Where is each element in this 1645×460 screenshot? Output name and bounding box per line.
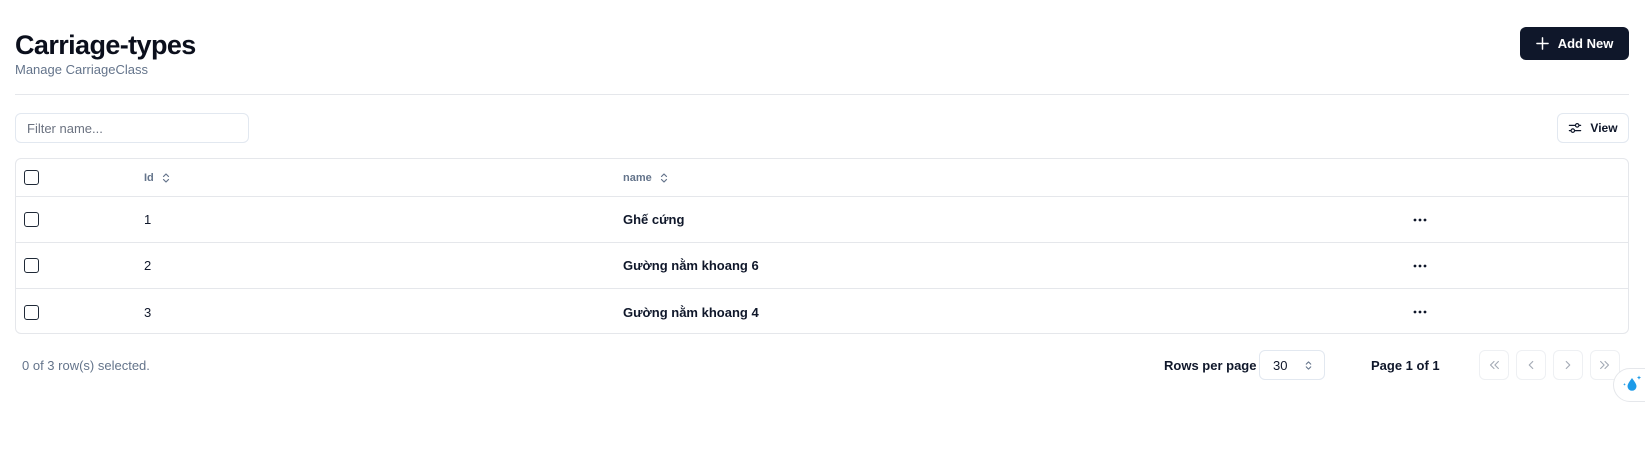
- row-select-cell: [24, 243, 39, 288]
- table-header-row: Id name: [16, 159, 1628, 197]
- table-row: 3 Gường nằm khoang 4: [16, 289, 1628, 333]
- rows-per-page-select[interactable]: 30: [1259, 350, 1325, 380]
- chevrons-up-down-icon: [162, 172, 169, 183]
- chevrons-up-down-icon: [660, 172, 667, 183]
- column-header-name[interactable]: name: [623, 159, 669, 196]
- rows-per-page-value: 30: [1273, 357, 1288, 373]
- row-checkbox[interactable]: [24, 212, 39, 227]
- row-actions-button[interactable]: [1409, 212, 1431, 228]
- filter-name-input[interactable]: [15, 113, 249, 143]
- plus-icon: [1535, 37, 1549, 50]
- header-divider: [15, 94, 1629, 95]
- previous-page-button[interactable]: [1516, 350, 1546, 380]
- select-all-checkbox[interactable]: [24, 170, 39, 185]
- first-page-button[interactable]: [1479, 350, 1509, 380]
- page-indicator: Page 1 of 1: [1371, 358, 1440, 373]
- rows-per-page-label: Rows per page: [1164, 358, 1257, 373]
- ellipsis-icon: [1413, 218, 1427, 221]
- row-id: 1: [144, 212, 152, 227]
- chevrons-right-icon: [1600, 360, 1610, 370]
- select-all-cell: [24, 159, 39, 196]
- row-checkbox[interactable]: [24, 258, 39, 273]
- page-header: Carriage-types Manage CarriageClass: [15, 28, 196, 78]
- row-select-cell: [24, 289, 39, 333]
- column-header-id-label: Id: [144, 171, 154, 184]
- column-header-name-label: name: [623, 171, 652, 184]
- view-button-label: View: [1590, 121, 1618, 135]
- row-actions-button[interactable]: [1409, 258, 1431, 274]
- row-checkbox[interactable]: [24, 304, 39, 320]
- page-subtitle: Manage CarriageClass: [15, 62, 148, 77]
- assistant-widget[interactable]: [1613, 368, 1645, 402]
- chevron-left-icon: [1528, 360, 1534, 370]
- name-cell: Ghế cứng: [623, 197, 684, 242]
- add-new-button[interactable]: Add New: [1520, 27, 1629, 60]
- sliders-icon: [1569, 123, 1582, 133]
- id-cell: 2: [144, 243, 151, 288]
- page-title: Carriage-types: [15, 30, 196, 60]
- droplet-sparkle-icon: [1623, 375, 1642, 391]
- chevron-right-icon: [1565, 360, 1571, 370]
- table-row: 1 Ghế cứng: [16, 197, 1628, 243]
- row-actions-button[interactable]: [1409, 304, 1431, 320]
- actions-cell: [1409, 197, 1431, 242]
- row-name: Gường nằm khoang 6: [623, 258, 759, 273]
- add-new-label: Add New: [1557, 36, 1614, 51]
- carriage-types-table: Id name 1 Ghế cứng 2 Gường nằm khoang 6 …: [15, 158, 1629, 334]
- ellipsis-icon: [1413, 310, 1427, 314]
- chevrons-left-icon: [1489, 360, 1499, 370]
- selection-count: 0 of 3 row(s) selected.: [22, 358, 150, 373]
- table-row: 2 Gường nằm khoang 6: [16, 243, 1628, 289]
- id-cell: 3: [144, 289, 152, 333]
- ellipsis-icon: [1413, 264, 1427, 267]
- row-name: Ghế cứng: [623, 212, 685, 227]
- name-cell: Gường nằm khoang 4: [623, 289, 759, 333]
- view-options-button[interactable]: View: [1557, 113, 1629, 143]
- row-name: Gường nằm khoang 4: [623, 304, 759, 320]
- actions-cell: [1409, 243, 1431, 288]
- row-select-cell: [24, 197, 39, 242]
- chevrons-up-down-icon: [1305, 360, 1312, 370]
- column-header-id[interactable]: Id: [144, 159, 171, 196]
- row-id: 2: [144, 258, 152, 273]
- actions-cell: [1409, 289, 1431, 333]
- id-cell: 1: [144, 197, 151, 242]
- next-page-button[interactable]: [1553, 350, 1583, 380]
- name-cell: Gường nằm khoang 6: [623, 243, 759, 288]
- row-id: 3: [144, 304, 152, 320]
